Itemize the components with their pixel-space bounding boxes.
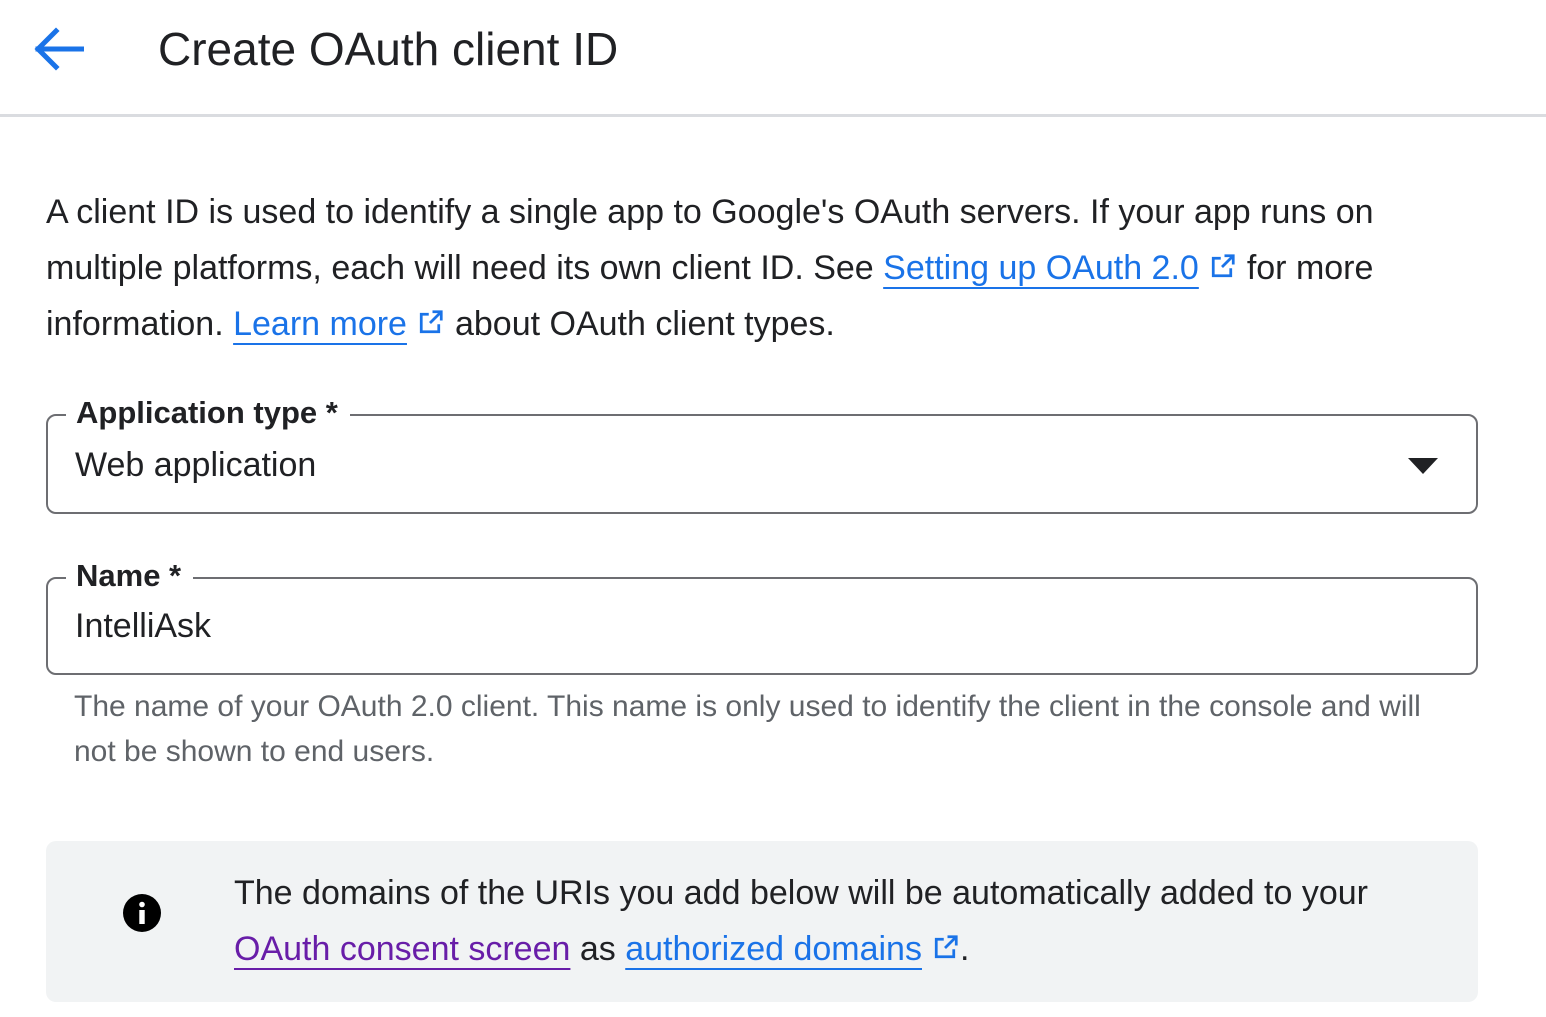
application-type-select[interactable]: Application type * Web application — [46, 390, 1478, 514]
name-field[interactable]: Name * IntelliAsk — [46, 553, 1478, 675]
info-icon — [123, 894, 161, 932]
name-helper-text: The name of your OAuth 2.0 client. This … — [74, 690, 1421, 768]
learn-more-link[interactable]: Learn more — [233, 305, 407, 343]
intro-paragraph: A client ID is used to identify a single… — [46, 184, 1486, 352]
application-type-value: Web application — [75, 446, 317, 484]
page-header: Create OAuth client ID — [0, 0, 1546, 117]
info-banner: The domains of the URIs you add below wi… — [46, 841, 1478, 1002]
intro-text: about OAuth client types. — [454, 305, 835, 343]
oauth-consent-screen-link[interactable]: OAuth consent screen — [234, 930, 570, 968]
info-text-part: as — [570, 930, 626, 968]
info-text: The domains of the URIs you add below wi… — [234, 865, 1434, 977]
caret-down-icon[interactable] — [1408, 458, 1438, 474]
back-button[interactable] — [28, 22, 88, 76]
authorized-domains-link[interactable]: authorized domains — [625, 930, 922, 968]
name-label: Name * — [66, 553, 194, 599]
application-type-label: Application type * — [66, 390, 350, 436]
info-text-part: . — [959, 930, 970, 968]
external-link-icon[interactable] — [930, 933, 960, 963]
setting-up-oauth-link[interactable]: Setting up OAuth 2.0 — [883, 249, 1199, 287]
page-title: Create OAuth client ID — [158, 23, 619, 75]
info-text-part: The domains of the URIs you add below wi… — [234, 874, 1368, 912]
external-link-icon[interactable] — [1207, 252, 1237, 282]
name-input-value[interactable]: IntelliAsk — [75, 603, 211, 649]
external-link-icon[interactable] — [415, 308, 445, 338]
arrow-left-icon — [34, 27, 84, 71]
